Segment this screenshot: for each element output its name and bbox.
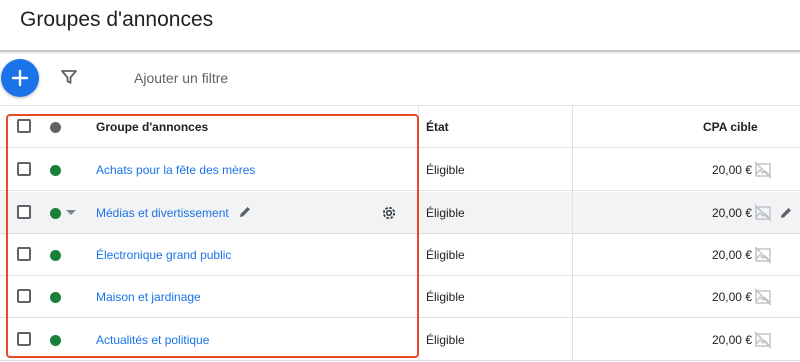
- no-image-icon: [754, 246, 772, 264]
- table-row: Achats pour la fête des mères Éligible 2…: [0, 149, 800, 191]
- settings-gear-icon[interactable]: [380, 204, 398, 222]
- column-header-ad-group[interactable]: Groupe d'annonces: [96, 120, 208, 134]
- target-cpa-value: 20,00 €: [711, 290, 752, 304]
- no-image-icon: [754, 331, 772, 349]
- table-row: Maison et jardinage Éligible 20,00 €: [0, 276, 800, 318]
- edit-name-pencil-icon[interactable]: [238, 205, 252, 219]
- status-text: Éligible: [426, 163, 465, 177]
- no-image-icon: [754, 288, 772, 306]
- table-header-row: Groupe d'annonces État CPA cible: [0, 106, 800, 148]
- select-all-checkbox[interactable]: [17, 119, 31, 133]
- table-row: Électronique grand public Éligible 20,00…: [0, 234, 800, 276]
- title-divider: [0, 50, 800, 52]
- add-ad-group-button[interactable]: [1, 59, 39, 97]
- row-checkbox[interactable]: [17, 162, 31, 176]
- target-cpa-value: 20,00 €: [711, 248, 752, 262]
- page-title: Groupes d'annonces: [20, 8, 214, 31]
- status-text: Éligible: [426, 290, 465, 304]
- edit-cpa-pencil-icon[interactable]: [779, 206, 793, 220]
- target-cpa-value: 20,00 €: [711, 333, 752, 347]
- row-checkbox[interactable]: [17, 205, 31, 219]
- plus-icon: [11, 69, 29, 87]
- no-image-icon: [754, 204, 772, 222]
- ad-group-link[interactable]: Achats pour la fête des mères: [96, 163, 255, 177]
- column-header-cpa[interactable]: CPA cible: [703, 120, 758, 134]
- column-divider: [418, 106, 419, 362]
- ad-group-link[interactable]: Électronique grand public: [96, 248, 231, 262]
- status-dropdown-icon[interactable]: [66, 210, 76, 215]
- filter-icon[interactable]: [60, 68, 78, 86]
- status-column-icon: [50, 122, 61, 133]
- no-image-icon: [754, 161, 772, 179]
- status-dot-enabled: [50, 165, 61, 176]
- status-dot-enabled: [50, 250, 61, 261]
- column-header-status[interactable]: État: [426, 120, 449, 134]
- status-dot-enabled: [50, 335, 61, 346]
- row-checkbox[interactable]: [17, 289, 31, 303]
- status-text: Éligible: [426, 206, 465, 220]
- status-text: Éligible: [426, 248, 465, 262]
- target-cpa-value: 20,00 €: [711, 206, 752, 220]
- status-text: Éligible: [426, 333, 465, 347]
- row-checkbox[interactable]: [17, 332, 31, 346]
- status-dot-enabled: [50, 208, 61, 219]
- add-filter-link[interactable]: Ajouter un filtre: [134, 70, 228, 86]
- table-row: Médias et divertissement Éligible 20,00 …: [0, 192, 800, 234]
- column-divider: [572, 106, 573, 362]
- ad-group-link[interactable]: Actualités et politique: [96, 333, 209, 347]
- ad-group-link[interactable]: Maison et jardinage: [96, 290, 201, 304]
- status-dot-enabled: [50, 292, 61, 303]
- ad-group-link[interactable]: Médias et divertissement: [96, 206, 229, 220]
- table-row: Actualités et politique Éligible 20,00 €: [0, 319, 800, 361]
- target-cpa-value: 20,00 €: [711, 163, 752, 177]
- row-checkbox[interactable]: [17, 247, 31, 261]
